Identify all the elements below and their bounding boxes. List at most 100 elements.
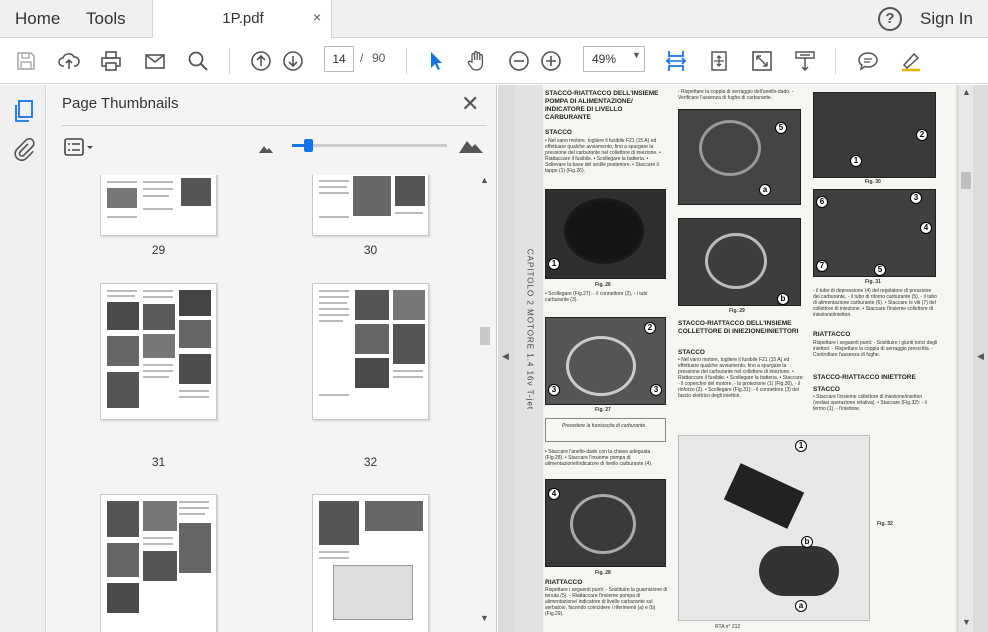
- scroll-down-icon[interactable]: ▼: [962, 617, 971, 627]
- scroll-down-icon[interactable]: ▼: [480, 613, 489, 623]
- thumbnail-label: 31: [151, 455, 166, 469]
- page-down-icon[interactable]: [279, 47, 307, 75]
- section-heading: STACCO-RIATTACCO DELL'INSIEME COLLETTORE…: [678, 320, 799, 335]
- paragraph: • Nel vano motore, togliere il fusibile …: [678, 357, 804, 399]
- page-total: 90: [372, 51, 386, 65]
- print-icon[interactable]: [97, 47, 125, 75]
- paragraph: • Nel vano motore, togliere il fusibile …: [545, 138, 661, 174]
- select-icon[interactable]: [421, 47, 449, 75]
- callout: 5: [775, 122, 787, 134]
- zoom-in-icon[interactable]: [537, 47, 565, 75]
- callout: 4: [548, 488, 560, 500]
- paragraph: • Scollegare (Fig.27): - il connettore (…: [545, 291, 648, 303]
- thumbnail-size-slider[interactable]: [292, 139, 447, 152]
- attachments-icon[interactable]: [12, 137, 36, 161]
- subheading: STACCO: [678, 349, 705, 356]
- close-tab-icon[interactable]: ×: [313, 9, 321, 25]
- section-heading: STACCO-RIATTACCO DELL'INSIEME POMPA DI A…: [545, 90, 659, 121]
- zoom-select[interactable]: 49% ▼: [583, 46, 645, 72]
- thumbnail-page-31[interactable]: [100, 283, 217, 420]
- subheading: RIATTACCO: [813, 331, 851, 338]
- thumb-large-icon[interactable]: [459, 137, 483, 153]
- section-heading: STACCO-RIATTACCO INIETTORE: [813, 374, 916, 381]
- close-panel-icon[interactable]: ✕: [461, 91, 479, 117]
- options-icon[interactable]: [64, 138, 96, 156]
- collapse-right-icon[interactable]: ◀: [977, 351, 984, 362]
- callout: 6: [816, 196, 828, 208]
- thumbnail-label: 30: [363, 243, 378, 257]
- page-up-icon[interactable]: [247, 47, 275, 75]
- scrollbar-thumb[interactable]: [480, 327, 490, 345]
- thumbnails-panel: Page Thumbnails ✕ 29 30 31 32 ▲ ▼: [47, 85, 497, 632]
- help-icon[interactable]: ?: [878, 7, 902, 31]
- slider-handle[interactable]: [303, 139, 313, 152]
- photo: 5 a: [678, 109, 801, 205]
- callout: 7: [816, 260, 828, 272]
- collapse-left-icon[interactable]: ◀: [502, 351, 509, 362]
- paragraph: Rispettare i seguenti punti: - Sostituir…: [813, 340, 938, 358]
- menu-home[interactable]: Home: [15, 0, 60, 37]
- figure-caption: Fig. 30: [865, 179, 881, 185]
- subheading: RIATTACCO: [545, 579, 583, 586]
- page-separator: /: [360, 51, 364, 65]
- paragraph: • Staccare l'anello-dado con la chiave a…: [545, 449, 653, 467]
- hand-icon[interactable]: [463, 47, 491, 75]
- note-box: Prevedere la fuoriuscita di carburante.: [545, 418, 666, 442]
- scrollbar-thumb[interactable]: [961, 172, 971, 189]
- page-thumbnails-icon[interactable]: [12, 99, 36, 123]
- document-tab-title: 1P.pdf: [222, 10, 264, 27]
- search-icon[interactable]: [184, 47, 212, 75]
- upload-icon[interactable]: [55, 47, 83, 75]
- highlight-icon[interactable]: [897, 47, 925, 75]
- left-rail: [0, 85, 46, 632]
- thumbnails-scrollbar[interactable]: ▲ ▼: [479, 175, 491, 627]
- thumbnail-page-29[interactable]: [100, 175, 217, 236]
- paragraph: - Rispettare la coppia di serraggio dell…: [678, 89, 794, 101]
- photo: 6 3 4 7 5: [813, 189, 936, 277]
- fit-width-icon[interactable]: [662, 47, 690, 75]
- chevron-down-icon: ▼: [632, 50, 641, 60]
- scroll-mode-icon[interactable]: [791, 47, 819, 75]
- photo: 4: [545, 479, 666, 567]
- scroll-up-icon[interactable]: ▲: [480, 175, 489, 185]
- callout: 1: [795, 440, 807, 452]
- thumb-small-icon[interactable]: [259, 141, 273, 153]
- chapter-side-title: CAPITOLO 2 MOTORE 1.4 16v T-jet: [525, 248, 535, 411]
- toolbar: / 90 49% ▼: [0, 38, 988, 84]
- callout: b: [801, 536, 813, 548]
- sign-in-link[interactable]: Sign In: [920, 0, 973, 37]
- figure-caption: Fig. 27: [595, 407, 611, 413]
- menu-tools[interactable]: Tools: [86, 0, 126, 37]
- document-viewport: ◀ CAPITOLO 2 MOTORE 1.4 16v T-jet STACCO…: [498, 85, 988, 632]
- thumbnail-page-30[interactable]: [312, 175, 429, 236]
- paragraph: - il tubo di depressione (4) del regolat…: [813, 288, 937, 318]
- callout: a: [759, 184, 771, 196]
- document-scrollbar[interactable]: ▲ ▼: [959, 85, 973, 632]
- callout: 1: [850, 155, 862, 167]
- save-icon[interactable]: [12, 47, 40, 75]
- rotate-icon[interactable]: [705, 47, 733, 75]
- page-footer: RTA n° 212: [715, 624, 741, 630]
- thumbnail-page-33[interactable]: [100, 494, 217, 632]
- zoom-out-icon[interactable]: [505, 47, 533, 75]
- callout: 4: [920, 222, 932, 234]
- page-number-input[interactable]: [324, 46, 354, 72]
- email-icon[interactable]: [141, 47, 169, 75]
- pdf-page: CAPITOLO 2 MOTORE 1.4 16v T-jet STACCO-R…: [515, 85, 956, 632]
- thumbnail-page-32[interactable]: [312, 283, 429, 420]
- callout: 1: [548, 258, 560, 270]
- thumbnail-label: 29: [151, 243, 166, 257]
- thumbnail-page-34[interactable]: [312, 494, 429, 632]
- photo: 2 3 3: [545, 317, 666, 405]
- document-tab[interactable]: 1P.pdf ×: [152, 0, 332, 39]
- photo: b: [678, 218, 801, 306]
- paragraph: • Staccare l'insieme collettore di iniez…: [813, 394, 927, 412]
- photo: 1 b a: [678, 435, 870, 621]
- comment-icon[interactable]: [854, 47, 882, 75]
- full-screen-icon[interactable]: [748, 47, 776, 75]
- callout: a: [795, 600, 807, 612]
- callout: 2: [644, 322, 656, 334]
- figure-caption: Fig. 32: [877, 521, 893, 527]
- callout: 2: [916, 129, 928, 141]
- scroll-up-icon[interactable]: ▲: [962, 87, 971, 97]
